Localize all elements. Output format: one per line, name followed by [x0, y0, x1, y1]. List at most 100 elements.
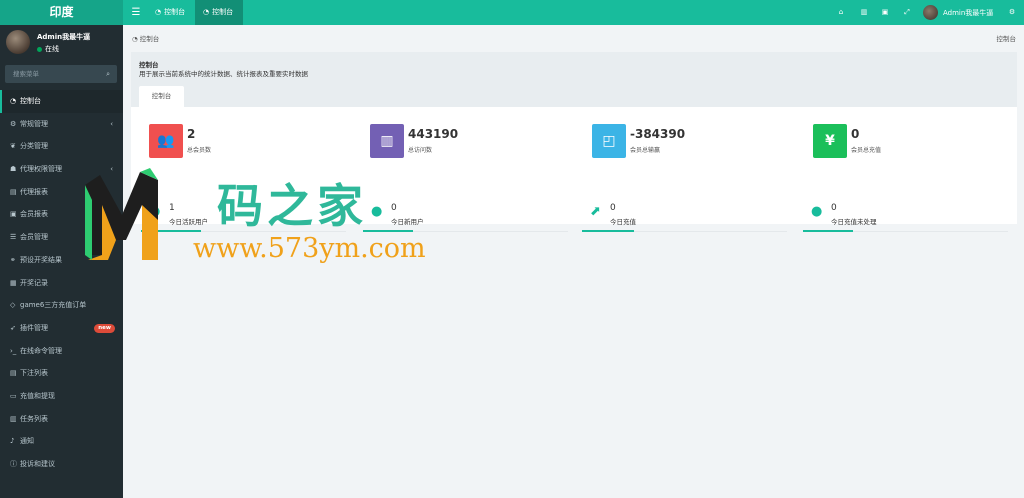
- progress-bar: [582, 230, 634, 232]
- sidebar-item-label: 会员管理: [20, 233, 48, 242]
- watermark-url: www.573ym.com: [193, 233, 426, 264]
- sidebar-item-label: 代理报表: [20, 187, 48, 196]
- dashboard-icon: ◔: [10, 97, 17, 105]
- dashboard-icon: ◔: [132, 35, 140, 43]
- folder-icon: ▤: [10, 187, 17, 196]
- app-logo[interactable]: 印度: [0, 0, 123, 25]
- fullscreen-icon[interactable]: ⤢: [900, 0, 914, 25]
- stat-label: 总会员数: [187, 147, 212, 154]
- sidebar-item-dashboard[interactable]: ◔ 控制台: [0, 90, 123, 113]
- sidebar-item-label: 任务列表: [20, 414, 48, 423]
- tab-label: 控制台: [164, 8, 186, 16]
- sidebar-item-recharge-withdraw[interactable]: ▭ 充值和提现: [0, 385, 123, 408]
- menu-search-input[interactable]: 搜索菜单 ⌕: [5, 65, 117, 83]
- sidebar-item-command[interactable]: ›_ 在线命令管理: [0, 340, 123, 363]
- gear-icon[interactable]: ⚙: [1005, 0, 1019, 25]
- stat-label: 会员总输赢: [630, 147, 661, 154]
- status-dot-icon: [37, 46, 42, 52]
- watermark: 码之家 www.573ym.com: [80, 160, 460, 280]
- stat-label: 总访问数: [408, 147, 433, 154]
- sidebar-item-bets[interactable]: ▤ 下注列表: [0, 362, 123, 385]
- diamond-icon: ◇: [10, 301, 16, 310]
- sidebar-item-label: 开奖记录: [20, 278, 48, 287]
- stat-value: 2: [187, 127, 196, 141]
- panel-tab-dashboard[interactable]: 控制台: [139, 86, 184, 107]
- leaf-icon: ❦: [10, 142, 16, 151]
- sidebar-menu: ◔ 控制台 ⚙ 常规管理 ‹ ❦ 分类管理 ☗ 代理权限管理 ‹ ▤ 代理报表 ▣ 会员报表 ☰…: [0, 90, 123, 476]
- trash-icon[interactable]: ▥: [857, 0, 871, 25]
- sidebar-item-label: 投诉和建议: [20, 460, 55, 468]
- progress-bar: [803, 230, 853, 232]
- rocket-icon: ➶: [10, 323, 16, 332]
- users-icon: 👥: [149, 124, 183, 158]
- yen-icon: ¥: [813, 124, 847, 158]
- sidebar-item-plugins[interactable]: ➶ 插件管理 new: [0, 317, 123, 340]
- line-chart-icon: ⬈: [590, 204, 601, 219]
- watermark-text: 码之家: [217, 179, 367, 233]
- users-icon: ●: [811, 204, 823, 219]
- avatar: [923, 5, 938, 20]
- breadcrumb: ◔ 控制台: [132, 33, 159, 43]
- menu-toggle-icon[interactable]: ☰: [130, 0, 142, 25]
- list-alt-icon: ▤: [10, 369, 17, 378]
- mini-today-pending: ● 0 今日充值未处理: [803, 196, 1008, 232]
- sidebar-item-game6-orders[interactable]: ◇ game6三方充值订单: [0, 294, 123, 317]
- sidebar-item-label: 插件管理: [20, 323, 48, 332]
- mini-label: 今日充值未处理: [831, 218, 877, 226]
- stat-value: 443190: [408, 127, 459, 141]
- mini-label: 今日充值: [610, 218, 636, 226]
- mini-today-recharge: ⬈ 0 今日充值: [582, 196, 787, 232]
- sidebar-item-label: 预设开奖结果: [20, 255, 62, 264]
- top-navbar: 印度 ☰ ◔ 控制台 ◔ 控制台 ⌂ ▥ ▣ ⤢ Admin我最牛逼 ⚙: [0, 0, 1024, 25]
- info-circle-icon: ⓘ: [10, 460, 17, 468]
- sidebar-user-name: Admin我最牛逼: [37, 33, 91, 41]
- user-menu[interactable]: Admin我最牛逼: [923, 4, 993, 21]
- stat-label: 会员总充值: [851, 147, 882, 154]
- home-icon[interactable]: ⌂: [834, 0, 848, 25]
- breadcrumb-label[interactable]: 控制台: [140, 35, 160, 43]
- group-icon: ☗: [10, 165, 17, 174]
- user-square-icon: ▣: [10, 210, 17, 219]
- sidebar-item-general[interactable]: ⚙ 常规管理 ‹: [0, 113, 123, 136]
- sidebar-item-category[interactable]: ❦ 分类管理: [0, 135, 123, 158]
- stat-member-recharge: ¥ 0 会员总充值: [813, 124, 1013, 158]
- sidebar-item-tasks[interactable]: ▥ 任务列表: [0, 408, 123, 431]
- book-icon: ▥: [10, 414, 17, 423]
- online-status: 在线: [37, 44, 59, 54]
- bell-icon: ♪: [10, 437, 15, 446]
- sidebar-item-label: 下注列表: [20, 369, 48, 378]
- dashboard-icon: ◔: [203, 8, 210, 16]
- calendar-icon: ▦: [10, 278, 17, 287]
- watermark-logo-icon: [85, 168, 158, 260]
- sidebar-item-feedback[interactable]: ⓘ 投诉和建议: [0, 453, 123, 476]
- avatar: [6, 30, 30, 54]
- tab-dashboard-2[interactable]: ◔ 控制台: [195, 0, 243, 25]
- breadcrumb-right: 控制台: [996, 35, 1017, 43]
- sidebar-item-label: 在线命令管理: [20, 346, 62, 355]
- stat-value: -384390: [630, 127, 686, 141]
- list-icon: ☰: [10, 233, 17, 242]
- sidebar-item-label: 控制台: [20, 97, 41, 105]
- sidebar-item-label: 代理权限管理: [20, 165, 62, 174]
- tab-label: 控制台: [212, 8, 234, 16]
- translate-icon[interactable]: ▣: [878, 0, 892, 25]
- stat-total-members: 👥 2 总会员数: [149, 124, 349, 158]
- sidebar-item-notice[interactable]: ♪ 通知: [0, 430, 123, 453]
- mini-value: 0: [610, 203, 616, 213]
- new-badge: new: [94, 323, 115, 333]
- search-icon[interactable]: ⌕: [106, 65, 110, 83]
- sidebar-item-label: 充值和提现: [20, 391, 55, 400]
- sidebar-item-label: 常规管理: [20, 119, 48, 128]
- chevron-left-icon: ‹: [110, 119, 113, 128]
- sidebar-item-label: 分类管理: [20, 142, 48, 151]
- stat-total-visits: ▥ 443190 总访问数: [370, 124, 570, 158]
- stat-value: 0: [851, 127, 860, 141]
- shopping-bag-icon: ◰: [592, 124, 626, 158]
- user-panel: Admin我最牛逼 在线: [0, 25, 123, 65]
- tab-dashboard-1[interactable]: ◔ 控制台: [147, 0, 195, 25]
- panel-description: 用于展示当前系统中的统计数据、统计报表及重要实时数据: [139, 70, 308, 78]
- mini-value: 0: [831, 203, 837, 213]
- status-label: 在线: [45, 45, 59, 53]
- cogs-icon: ⚙: [10, 119, 17, 128]
- stat-member-winloss: ◰ -384390 会员总输赢: [592, 124, 792, 158]
